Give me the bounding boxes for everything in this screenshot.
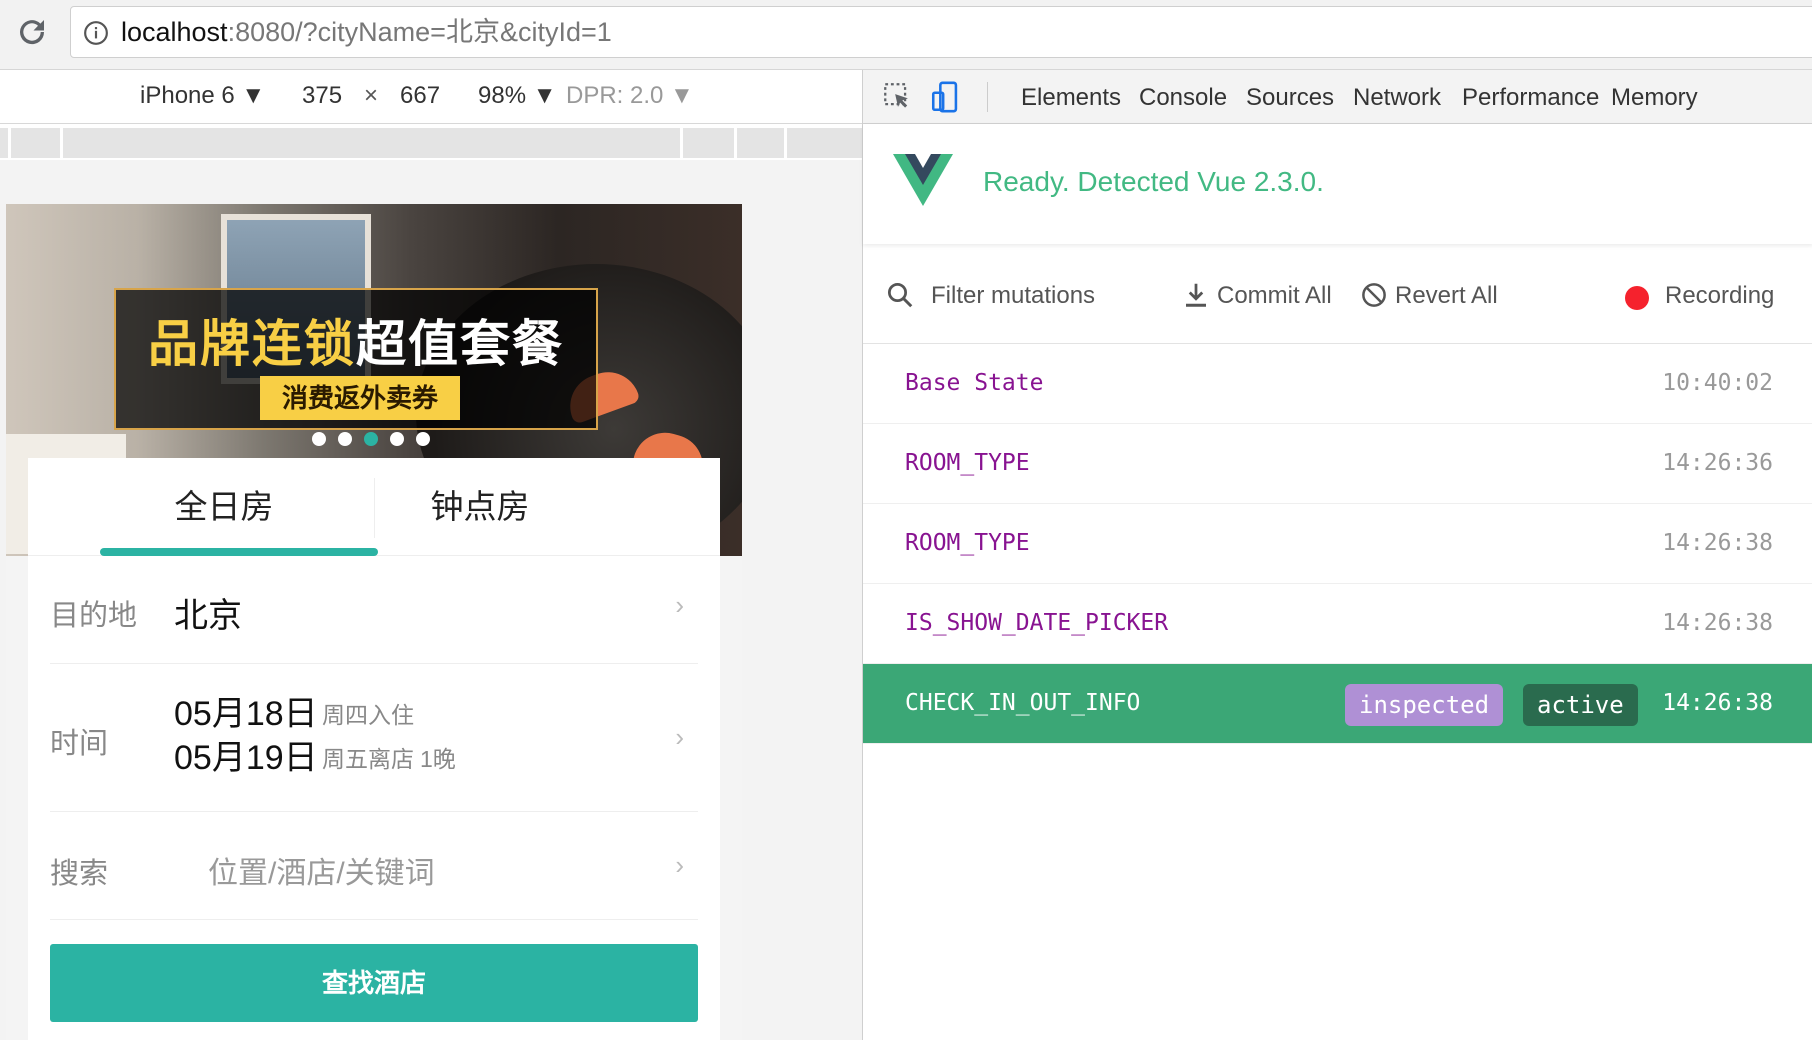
filter-mutations-input[interactable]: Filter mutations [931, 282, 1095, 310]
chevron-right-icon: › [675, 722, 684, 752]
mutation-row[interactable]: IS_SHOW_DATE_PICKER 14:26:38 [863, 584, 1812, 664]
search-icon [888, 283, 913, 308]
mutation-row[interactable]: Base State 10:40:02 [863, 344, 1812, 424]
devtools-tabbar: Elements Console Sources Network Perform… [863, 70, 1812, 124]
promo-overlay: 品牌连锁超值套餐 消费返外卖券 [114, 288, 598, 430]
promo-title: 品牌连锁超值套餐 [148, 316, 564, 372]
devtools-panel: Elements Console Sources Network Perform… [862, 70, 1812, 1040]
vue-devtools-header: Ready. Detected Vue 2.3.0. [863, 124, 1812, 244]
dimension-times: × [364, 82, 379, 109]
revert-all-button[interactable]: Revert All [1395, 282, 1498, 310]
mutation-row[interactable]: ROOM_TYPE 14:26:36 [863, 424, 1812, 504]
tab-full-day[interactable]: 全日房 [74, 458, 374, 556]
destination-row[interactable]: 目的地 北京 › [50, 556, 698, 664]
device-emulator: iPhone 6 ▼ 375 × 667 98% ▼ DPR: 2.0 ▼ 品牌… [0, 70, 862, 1040]
mutation-time: 10:40:02 [1662, 370, 1773, 396]
mutation-row-selected[interactable]: CHECK_IN_OUT_INFO inspected active 14:26… [863, 664, 1812, 744]
vue-logo-icon [893, 154, 953, 206]
inspect-element-icon[interactable] [881, 80, 915, 114]
commit-all-button[interactable]: Commit All [1217, 282, 1332, 310]
address-bar[interactable]: localhost:8080/?cityName=北京&cityId=1 [70, 6, 1812, 58]
carousel-dot[interactable] [390, 432, 404, 446]
browser-toolbar: localhost:8080/?cityName=北京&cityId=1 [0, 0, 1812, 70]
mutation-row[interactable]: ROOM_TYPE 14:26:38 [863, 504, 1812, 584]
mutation-time: 14:26:36 [1662, 450, 1773, 476]
record-icon[interactable] [1625, 286, 1649, 310]
phone-screen: 品牌连锁超值套餐 消费返外卖券 全日房 钟点房 目的地 北京 › 时间 05月1… [6, 204, 742, 1040]
carousel-dot[interactable] [364, 432, 378, 446]
download-icon [1186, 283, 1206, 307]
mutation-time: 14:26:38 [1662, 610, 1773, 636]
device-toggle-icon[interactable] [929, 80, 963, 114]
vue-status: Ready. Detected Vue 2.3.0. [983, 166, 1324, 197]
destination-value: 北京 [174, 597, 242, 635]
tab-hourly[interactable]: 钟点房 [330, 458, 630, 556]
mutation-time: 14:26:38 [1662, 690, 1773, 716]
inspected-badge: inspected [1345, 684, 1504, 726]
search-label: 搜索 [50, 858, 109, 890]
checkout-note: 周五离店 [322, 746, 414, 772]
time-label: 时间 [50, 728, 109, 760]
mutation-name: CHECK_IN_OUT_INFO [905, 690, 1141, 716]
room-type-tabs: 全日房 钟点房 [28, 458, 720, 556]
mutation-list: Base State 10:40:02 ROOM_TYPE 14:26:36 R… [863, 344, 1812, 744]
search-input[interactable]: 位置/酒店/关键词 [208, 848, 435, 892]
info-icon[interactable] [83, 20, 109, 46]
media-query-ruler[interactable] [0, 128, 862, 158]
checkout-date: 05月19日 [174, 739, 318, 777]
nights-count: 1晚 [420, 746, 456, 772]
height-field[interactable]: 667 [400, 82, 440, 110]
checkin-note: 周四入住 [322, 702, 414, 728]
checkin-date: 05月18日 [174, 695, 318, 733]
reload-icon[interactable] [14, 14, 50, 50]
vuex-toolbar: Filter mutations Commit All Revert All R… [863, 246, 1812, 344]
tab-performance[interactable]: Performance [1462, 84, 1599, 112]
tab-console[interactable]: Console [1139, 84, 1227, 112]
device-toolbar: iPhone 6 ▼ 375 × 667 98% ▼ DPR: 2.0 ▼ [0, 70, 862, 124]
url-host: localhost [121, 17, 228, 47]
find-hotel-button[interactable]: 查找酒店 [50, 944, 698, 1022]
tab-elements[interactable]: Elements [1021, 84, 1121, 112]
recording-toggle[interactable]: Recording [1665, 282, 1774, 310]
mutation-time: 14:26:38 [1662, 530, 1773, 556]
carousel-dot[interactable] [416, 432, 430, 446]
carousel-dots[interactable] [312, 432, 442, 448]
block-icon [1362, 283, 1386, 307]
dpr-select[interactable]: DPR: 2.0 ▼ [566, 82, 694, 110]
carousel-dot[interactable] [312, 432, 326, 446]
device-select[interactable]: iPhone 6 ▼ [140, 82, 265, 110]
tab-memory[interactable]: Memory [1611, 84, 1698, 112]
chevron-right-icon: › [675, 850, 684, 880]
destination-label: 目的地 [50, 600, 138, 632]
mutation-name: ROOM_TYPE [905, 450, 1030, 476]
chevron-right-icon: › [675, 590, 684, 620]
carousel-dot[interactable] [338, 432, 352, 446]
search-row[interactable]: 搜索 位置/酒店/关键词 › [50, 812, 698, 920]
mutation-name: IS_SHOW_DATE_PICKER [905, 610, 1169, 636]
toolbar-separator [987, 82, 988, 112]
mutation-name: Base State [905, 370, 1044, 396]
tab-network[interactable]: Network [1353, 84, 1441, 112]
active-badge[interactable]: active [1523, 684, 1638, 726]
tab-sources[interactable]: Sources [1246, 84, 1334, 112]
width-field[interactable]: 375 [302, 82, 342, 110]
url-path: :8080/?cityName=北京&cityId=1 [227, 17, 612, 47]
zoom-select[interactable]: 98% ▼ [478, 82, 556, 110]
promo-subtitle: 消费返外卖券 [260, 376, 460, 420]
active-tab-indicator [100, 548, 378, 556]
mutation-name: ROOM_TYPE [905, 530, 1030, 556]
date-row[interactable]: 时间 05月18日 周四入住 05月19日 周五离店 1晚 › [50, 664, 698, 812]
search-card: 全日房 钟点房 目的地 北京 › 时间 05月18日 周四入住 05月19日 周… [28, 458, 720, 1040]
